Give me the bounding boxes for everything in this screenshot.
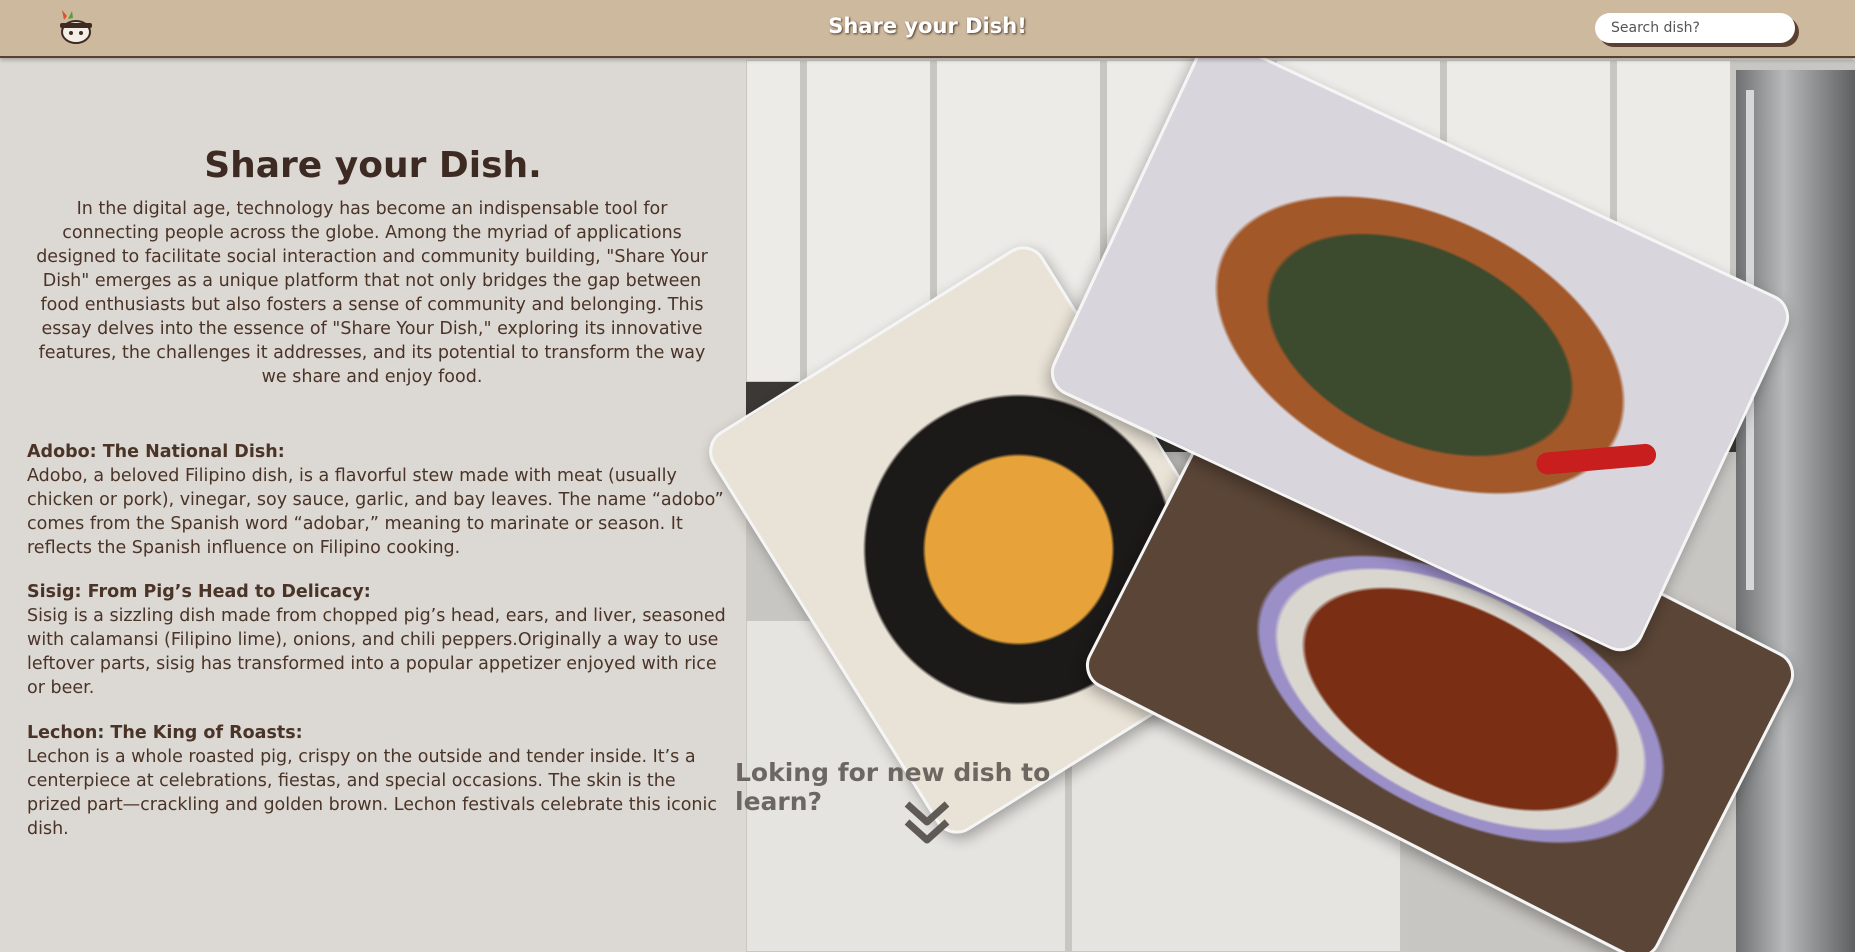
page-title: Share your Dish. [204, 145, 542, 186]
section-body: Lechon is a whole roasted pig, crispy on… [27, 747, 717, 839]
section-body: Sisig is a sizzling dish made from chopp… [27, 606, 726, 698]
section-title: Adobo: The National Dish: [27, 442, 285, 462]
section-body: Adobo, a beloved Filipino dish, is a fla… [27, 466, 724, 558]
intro-paragraph: In the digital age, technology has becom… [36, 199, 708, 387]
search-input[interactable] [1595, 13, 1795, 43]
section-title: Sisig: From Pig’s Head to Delicacy: [27, 582, 371, 602]
content-panel: Share your Dish. In the digital age, tec… [0, 60, 746, 952]
chili-pepper [1535, 443, 1657, 476]
top-header: Share your Dish! [0, 0, 1855, 58]
section-lechon: Lechon: The King of Roasts: Lechon is a … [27, 721, 727, 841]
header-title: Share your Dish! [828, 14, 1027, 38]
section-adobo: Adobo: The National Dish: Adobo, a belov… [27, 440, 727, 560]
double-chevron-down-icon[interactable] [903, 800, 951, 846]
cabinet [746, 60, 801, 382]
section-title: Lechon: The King of Roasts: [27, 723, 303, 743]
section-sisig: Sisig: From Pig’s Head to Delicacy: Sisi… [27, 580, 727, 700]
